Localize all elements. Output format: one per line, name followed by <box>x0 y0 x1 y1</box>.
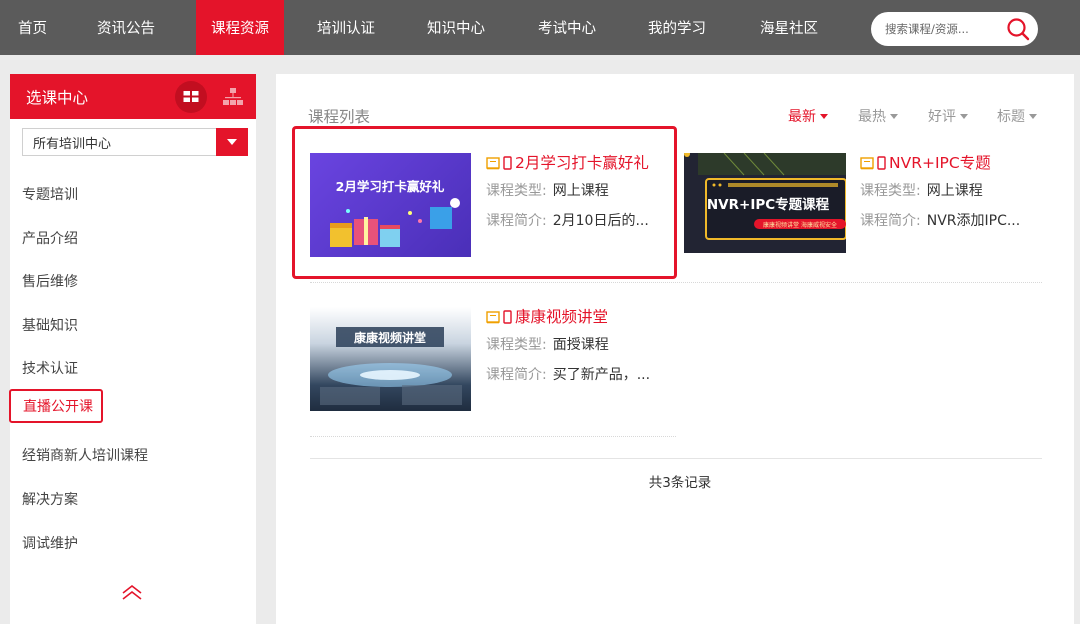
sidebar-item-product-intro[interactable]: 产品介绍 <box>22 228 78 248</box>
sort-newest[interactable]: 最新 <box>788 106 828 126</box>
course-type-label: 课程类型: <box>486 183 547 199</box>
search-box <box>871 12 1038 46</box>
thumbnail-caption: 康康视频讲堂 <box>354 330 426 345</box>
course-type-value: 面授课程 <box>552 337 609 353</box>
course-intro: 课程简介: 买了新产品，... <box>486 364 650 384</box>
course-title-link[interactable]: 2月学习打卡赢好礼 <box>486 151 649 174</box>
caret-down-icon <box>820 114 828 119</box>
list-footer-divider <box>310 458 1042 459</box>
top-nav-bar: 首页 资讯公告 课程资源 培训认证 知识中心 考试中心 我的学习 海星社区 <box>0 0 1080 55</box>
thumbnail-subcaption: 康康视频讲堂 海康威视安全 <box>763 221 837 229</box>
course-type-label: 课程类型: <box>486 337 547 353</box>
sort-title[interactable]: 标题 <box>997 106 1037 126</box>
training-center-select-value: 所有培训中心 <box>33 137 112 152</box>
sidebar-item-topic-training[interactable]: 专题培训 <box>22 184 78 204</box>
mobile-icon <box>877 156 886 174</box>
course-center-sidebar: 选课中心 所有培训中心 专题培训 产品介绍 售后维修 基础知识 技术认证 直播公… <box>9 74 256 624</box>
sort-title-label: 标题 <box>997 109 1025 125</box>
page-title: 课程列表 <box>308 108 371 126</box>
course-type: 课程类型: 网上课程 <box>860 180 983 200</box>
caret-down-icon <box>960 114 968 119</box>
chevron-down-icon[interactable] <box>216 128 248 156</box>
course-type: 课程类型: 面授课程 <box>486 334 609 354</box>
nav-course-resources[interactable]: 课程资源 <box>196 0 284 55</box>
course-thumbnail[interactable]: 2月学习打卡赢好礼 <box>310 153 471 257</box>
row-divider <box>310 282 1042 283</box>
course-intro: 课程简介: NVR添加IPC... <box>860 210 1020 230</box>
search-icon[interactable] <box>1004 15 1032 43</box>
nav-knowledge[interactable]: 知识中心 <box>427 0 485 55</box>
record-count: 共3条记录 <box>648 475 712 491</box>
search-input[interactable] <box>885 18 999 40</box>
course-intro-value: 2月10日后的... <box>552 213 649 229</box>
nav-my-learning[interactable]: 我的学习 <box>648 0 706 55</box>
sidebar-item-basics[interactable]: 基础知识 <box>22 315 78 335</box>
sort-hottest-label: 最热 <box>858 109 886 125</box>
course-intro: 课程简介: 2月10日后的... <box>486 210 649 230</box>
sidebar-item-live-class[interactable]: 直播公开课 <box>9 389 103 423</box>
course-thumbnail[interactable]: 康康视频讲堂 <box>310 307 471 411</box>
sidebar-item-debug-maintenance[interactable]: 调试维护 <box>22 533 78 553</box>
grid-view-icon[interactable] <box>175 81 207 113</box>
course-intro-value: NVR添加IPC... <box>926 213 1021 229</box>
nav-news[interactable]: 资讯公告 <box>97 0 155 55</box>
course-title-link[interactable]: NVR+IPC专题 <box>860 151 991 174</box>
course-type: 课程类型: 网上课程 <box>486 180 609 200</box>
caret-down-icon <box>890 114 898 119</box>
sidebar-item-dealer-training[interactable]: 经销商新人培训课程 <box>22 445 148 465</box>
row-divider <box>310 436 676 437</box>
thumbnail-caption: NVR+IPC专题课程 <box>707 196 830 213</box>
course-intro-label: 课程简介: <box>860 213 921 229</box>
sidebar-header: 选课中心 <box>10 74 256 119</box>
tree-view-icon[interactable] <box>222 86 244 108</box>
thumbnail-caption: 2月学习打卡赢好礼 <box>336 179 445 194</box>
sidebar-item-after-sales[interactable]: 售后维修 <box>22 271 78 291</box>
sort-rating[interactable]: 好评 <box>928 106 968 126</box>
course-title-link[interactable]: 康康视频讲堂 <box>486 305 608 328</box>
course-intro-label: 课程简介: <box>486 213 547 229</box>
caret-down-icon <box>1029 114 1037 119</box>
nav-community[interactable]: 海星社区 <box>760 0 818 55</box>
collapse-up-icon[interactable] <box>120 582 144 604</box>
nav-home[interactable]: 首页 <box>18 0 47 55</box>
sort-hottest[interactable]: 最热 <box>858 106 898 126</box>
sort-rating-label: 好评 <box>928 109 956 125</box>
book-icon <box>860 156 874 174</box>
mobile-icon <box>503 310 512 328</box>
sidebar-item-solutions[interactable]: 解决方案 <box>22 489 78 509</box>
sidebar-item-tech-cert[interactable]: 技术认证 <box>22 358 78 378</box>
course-title: 2月学习打卡赢好礼 <box>515 154 649 172</box>
book-icon <box>486 310 500 328</box>
course-type-value: 网上课程 <box>552 183 609 199</box>
course-title: NVR+IPC专题 <box>889 154 991 172</box>
nav-exam[interactable]: 考试中心 <box>538 0 596 55</box>
course-intro-value: 买了新产品，... <box>552 367 651 383</box>
sidebar-title: 选课中心 <box>26 89 89 107</box>
course-list-panel: 课程列表 最新 最热 好评 标题 2月学习打卡赢好礼 2月学习打卡赢好礼 课程类… <box>276 74 1074 624</box>
course-intro-label: 课程简介: <box>486 367 547 383</box>
course-title: 康康视频讲堂 <box>515 308 609 326</box>
mobile-icon <box>503 156 512 174</box>
training-center-select[interactable]: 所有培训中心 <box>22 128 248 156</box>
course-type-value: 网上课程 <box>926 183 983 199</box>
course-type-label: 课程类型: <box>860 183 921 199</box>
sort-newest-label: 最新 <box>788 109 816 125</box>
nav-training-cert[interactable]: 培训认证 <box>317 0 375 55</box>
book-icon <box>486 156 500 174</box>
course-thumbnail[interactable]: NVR+IPC专题课程 康康视频讲堂 海康威视安全 <box>684 153 846 253</box>
